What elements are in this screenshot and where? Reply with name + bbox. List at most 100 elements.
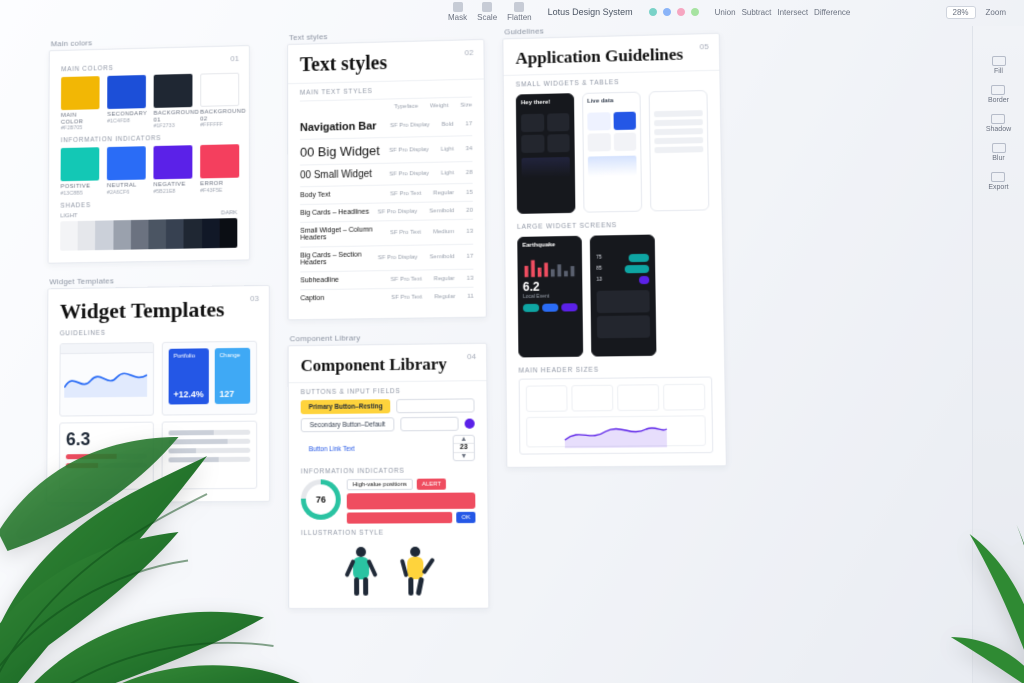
- artboard-number: 02: [465, 48, 474, 57]
- text-style-meta: SF Pro DisplaySemibold20: [378, 207, 473, 215]
- pill-icon: [523, 304, 539, 312]
- toolbar-boolean-group: [649, 8, 699, 16]
- color-swatch[interactable]: NEUTRAL#2A6CF6: [107, 146, 146, 195]
- text-style-sample: Navigation Bar: [300, 120, 390, 134]
- color-swatch[interactable]: MAIN COLOR#F2B705: [61, 76, 100, 132]
- design-canvas[interactable]: Main colors 01 MAIN COLORS MAIN COLOR#F2…: [0, 24, 972, 683]
- widget-chart-card: [59, 342, 154, 416]
- artboard-widgets[interactable]: 03 Widget Templates GUIDELINES: [46, 285, 270, 503]
- person-illustration-icon: [344, 547, 378, 596]
- shade-step[interactable]: [131, 220, 149, 250]
- swatch-hex: #5B21E8: [153, 188, 192, 195]
- section-title: BUTTONS & INPUT FIELDS: [301, 387, 475, 396]
- artboard-title: Component Library: [301, 354, 475, 376]
- swatch-hex: #13C8B5: [60, 190, 99, 197]
- color-swatch[interactable]: ERROR#F43F5E: [200, 144, 239, 194]
- stepper[interactable]: ▲ 23 ▼: [453, 435, 475, 462]
- text-input[interactable]: [397, 398, 475, 413]
- color-swatch[interactable]: SECONDARY#1C4FD8: [107, 75, 146, 131]
- shade-step[interactable]: [166, 219, 184, 249]
- text-style-row[interactable]: Big Cards – Section HeadersSF Pro Displa…: [300, 244, 473, 272]
- artboard-number: 03: [250, 294, 259, 303]
- color-chip: [154, 74, 193, 108]
- toolbar-boolean-labels: Union Subtract Intersect Difference: [715, 8, 851, 17]
- text-style-meta: SF Pro TextRegular15: [390, 189, 473, 197]
- swatch-hex: #1C4FD8: [107, 117, 146, 124]
- shade-step[interactable]: [148, 219, 166, 249]
- color-chip: [61, 76, 100, 110]
- union-icon[interactable]: [649, 8, 657, 16]
- shade-step[interactable]: [113, 220, 131, 250]
- pct-value: 13: [596, 277, 602, 285]
- pill-icon: [542, 304, 558, 312]
- text-style-sample: Body Text: [300, 190, 390, 199]
- shade-step[interactable]: [202, 218, 220, 248]
- tool-flatten[interactable]: Flatten: [507, 2, 531, 22]
- shade-step[interactable]: [95, 220, 113, 250]
- shades-right-label: DARK: [221, 210, 237, 216]
- color-swatch[interactable]: NEGATIVE#5B21E8: [153, 145, 192, 194]
- swatch-hex: #1F2733: [154, 123, 193, 130]
- section-title: INFORMATION INDICATORS: [301, 467, 475, 475]
- shade-step[interactable]: [60, 221, 78, 251]
- primary-button[interactable]: Primary Button–Resting: [301, 399, 391, 414]
- color-swatch[interactable]: POSITIVE#13C8B5: [60, 147, 99, 196]
- progress-dial: 76: [301, 479, 341, 520]
- shade-step[interactable]: [184, 219, 202, 249]
- rail-export[interactable]: Export: [988, 172, 1008, 191]
- difference-label[interactable]: Difference: [814, 8, 850, 17]
- metric-value: 6.2: [523, 279, 578, 294]
- text-style-meta: SF Pro DisplayBold17: [390, 121, 472, 129]
- swatch-name: MAIN COLOR: [61, 112, 100, 126]
- phone-mock-dark: 75 85 13: [590, 235, 657, 357]
- toolbar-left-group: Mask Scale Flatten: [448, 2, 532, 22]
- stepper-down-icon[interactable]: ▼: [454, 453, 474, 461]
- pct-value: 85: [596, 266, 602, 274]
- tool-mask[interactable]: Mask: [448, 2, 467, 22]
- status-badge: ALERT: [417, 478, 446, 489]
- rail-border[interactable]: Border: [988, 85, 1009, 104]
- link-button[interactable]: Button Link Text: [301, 442, 363, 457]
- artboard-label: Component Library: [290, 332, 487, 344]
- union-label[interactable]: Union: [715, 8, 736, 17]
- person-illustration-icon: [398, 547, 433, 596]
- mini-widget: Portfolio +12.4%: [169, 348, 209, 404]
- shade-step[interactable]: [220, 218, 238, 248]
- artboard-components[interactable]: 04 Component Library BUTTONS & INPUT FIE…: [288, 343, 490, 609]
- rail-shadow[interactable]: Shadow: [986, 114, 1011, 133]
- status-badge: [347, 512, 453, 524]
- subtract-icon[interactable]: [663, 8, 671, 16]
- artboard-guidelines[interactable]: 05 Application Guidelines SMALL WIDGETS …: [502, 33, 727, 468]
- section-title: INFORMATION INDICATORS: [61, 134, 237, 145]
- section-title: GUIDELINES: [60, 328, 257, 338]
- metric-label: Local Event: [523, 293, 578, 300]
- phone-mock-dark: Hey there!: [516, 93, 576, 214]
- section-title: MAIN COLORS: [61, 62, 237, 73]
- tool-scale[interactable]: Scale: [477, 2, 497, 22]
- text-style-row[interactable]: Small Widget – Column HeadersSF Pro Text…: [300, 219, 473, 247]
- rail-blur[interactable]: Blur: [992, 143, 1006, 162]
- secondary-button[interactable]: Secondary Button–Default: [301, 417, 395, 432]
- shades-left-label: LIGHT: [60, 213, 77, 219]
- text-style-sample: Small Widget – Column Headers: [300, 226, 390, 241]
- artboard-colors[interactable]: 01 MAIN COLORS MAIN COLOR#F2B705SECONDAR…: [48, 45, 251, 264]
- text-style-sample: Big Cards – Headlines: [300, 209, 377, 217]
- rail-fill[interactable]: Fill: [992, 56, 1006, 75]
- widget-stat: 6.3: [59, 421, 154, 490]
- text-input[interactable]: [400, 417, 458, 432]
- difference-icon[interactable]: [691, 8, 699, 16]
- text-style-meta: SF Pro TextMedium13: [390, 229, 473, 236]
- color-swatch[interactable]: BACKGROUND 01#1F2733: [154, 74, 193, 130]
- color-swatch[interactable]: BACKGROUND 02#FFFFFF: [200, 73, 239, 129]
- text-style-row[interactable]: 00 Big WidgetSF Pro DisplayLight34: [300, 135, 472, 164]
- intersect-icon[interactable]: [677, 8, 685, 16]
- intersect-label[interactable]: Intersect: [777, 8, 808, 17]
- color-chip: [61, 147, 100, 181]
- artboard-title: Application Guidelines: [515, 44, 707, 69]
- subtract-label[interactable]: Subtract: [742, 8, 772, 17]
- section-title: ILLUSTRATION STYLE: [301, 529, 476, 537]
- shade-step[interactable]: [78, 220, 96, 250]
- text-style-row[interactable]: CaptionSF Pro TextRegular11: [300, 287, 473, 308]
- phone-mock-dark: Earthquake 6.2 Local Even: [517, 236, 583, 358]
- artboard-text-styles[interactable]: 02 Text styles MAIN TEXT STYLES Typeface…: [287, 39, 487, 320]
